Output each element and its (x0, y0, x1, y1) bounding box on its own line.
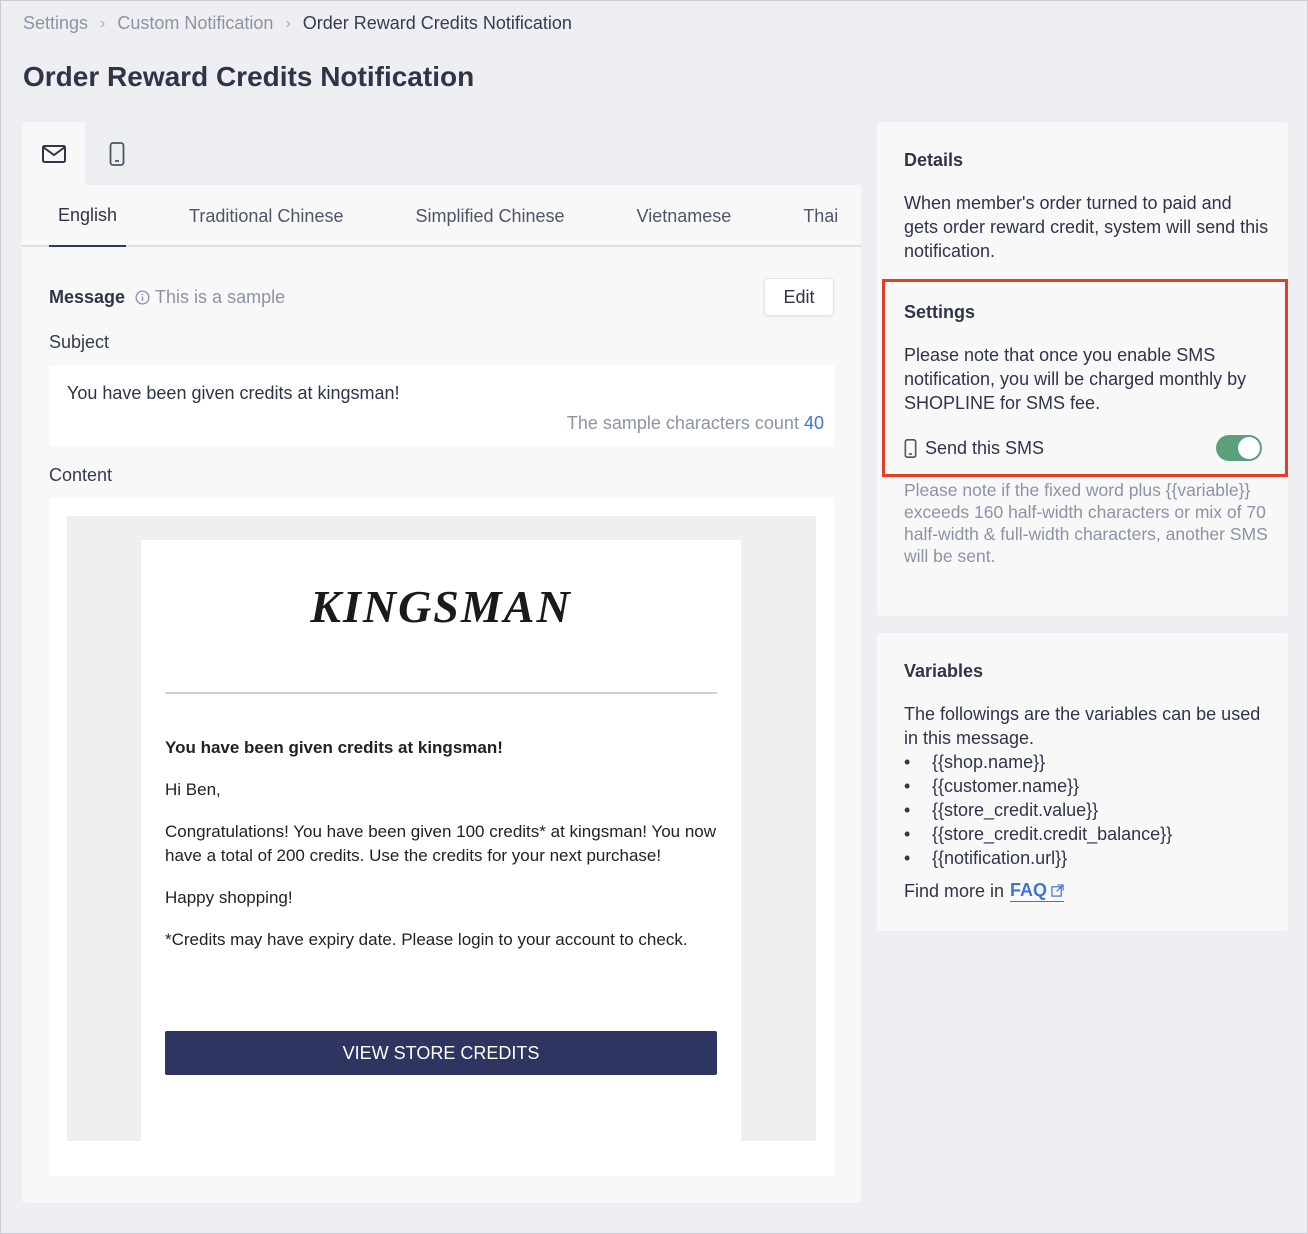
send-sms-label: Send this SMS (925, 437, 1045, 458)
variable-item: {{shop.name}} (904, 750, 1172, 774)
info-icon (135, 289, 150, 305)
mobile-icon (109, 141, 124, 166)
settings-text: Please note that once you enable SMS not… (904, 345, 1247, 413)
brand-logo: KINGSMAN (310, 581, 572, 632)
find-more-text: Find more in (904, 880, 1005, 901)
details-card: Details When member's order turned to pa… (877, 122, 1288, 616)
email-divider (165, 692, 717, 694)
variables-card: Variables The followings are the variabl… (877, 633, 1288, 931)
details-text: When member's order turned to paid and g… (904, 193, 1269, 261)
message-label: Message (49, 286, 126, 307)
email-greeting: Hi Ben, (165, 780, 221, 799)
tab-email[interactable] (22, 122, 85, 185)
breadcrumb: Settings › Custom Notification › Order R… (23, 13, 572, 34)
channel-tabs (22, 122, 861, 185)
tab-simplified-chinese[interactable]: Simplified Chinese (406, 185, 573, 247)
breadcrumb-custom-notification[interactable]: Custom Notification (117, 13, 273, 34)
email-closing: Happy shopping! (165, 888, 293, 907)
toggle-knob (1238, 437, 1260, 459)
tab-traditional-chinese[interactable]: Traditional Chinese (180, 185, 352, 247)
external-link-icon (1051, 884, 1064, 897)
subject-text: You have been given credits at kingsman! (67, 383, 400, 403)
variable-item: {{notification.url}} (904, 846, 1172, 870)
tab-english[interactable]: English (49, 185, 127, 247)
tab-sms[interactable] (85, 122, 148, 185)
char-count-value: 40 (803, 413, 824, 433)
variable-item: {{store_credit.credit_balance}} (904, 822, 1172, 846)
variables-list: {{shop.name}} {{customer.name}} {{store_… (904, 750, 1172, 870)
mobile-icon (904, 438, 917, 458)
char-count-label: The sample characters count (566, 413, 799, 433)
subject-box: You have been given credits at kingsman!… (49, 365, 834, 446)
tab-vietnamese[interactable]: Vietnamese (628, 185, 741, 247)
char-count: The sample characters count 40 (567, 413, 824, 434)
chevron-right-icon: › (285, 14, 291, 32)
variable-item: {{store_credit.value}} (904, 798, 1172, 822)
mail-icon (41, 144, 66, 163)
subject-label: Subject (49, 332, 110, 352)
variable-item: {{customer.name}} (904, 774, 1172, 798)
faq-link-text: FAQ (1010, 880, 1048, 900)
edit-button[interactable]: Edit (764, 278, 834, 316)
message-header: Message This is a sample Edit (49, 277, 834, 317)
chevron-right-icon: › (100, 14, 106, 32)
email-body: You have been given credits at kingsman!… (165, 736, 717, 970)
email-background: KINGSMAN You have been given credits at … (67, 516, 816, 1141)
language-tabs: English Traditional Chinese Simplified C… (22, 185, 861, 247)
settings-title: Settings (904, 302, 976, 322)
sample-note: This is a sample (135, 287, 285, 308)
sms-length-note: Please note if the fixed word plus {{var… (904, 480, 1268, 566)
view-store-credits-button[interactable]: VIEW STORE CREDITS (165, 1031, 717, 1075)
send-sms-row: Send this SMS (904, 433, 1262, 463)
tab-thai[interactable]: Thai (794, 185, 847, 247)
details-title: Details (904, 150, 964, 170)
content-label: Content (49, 465, 113, 485)
find-more-row: Find more in FAQ (904, 880, 1065, 902)
message-editor-panel: English Traditional Chinese Simplified C… (22, 122, 861, 1203)
content-preview: KINGSMAN You have been given credits at … (49, 498, 834, 1176)
email-body-text: Congratulations! You have been given 100… (165, 822, 717, 865)
variables-text: The followings are the variables can be … (904, 704, 1261, 748)
send-sms-toggle[interactable] (1216, 435, 1262, 461)
email-footnote: *Credits may have expiry date. Please lo… (165, 930, 688, 949)
email-card: KINGSMAN You have been given credits at … (141, 540, 741, 1141)
faq-link[interactable]: FAQ (1010, 880, 1065, 902)
variables-title: Variables (904, 661, 984, 681)
breadcrumb-settings[interactable]: Settings (23, 13, 88, 34)
page-title: Order Reward Credits Notification (23, 61, 475, 92)
breadcrumb-current: Order Reward Credits Notification (302, 13, 572, 33)
email-headline: You have been given credits at kingsman! (165, 738, 503, 757)
sample-note-text: This is a sample (155, 286, 286, 307)
